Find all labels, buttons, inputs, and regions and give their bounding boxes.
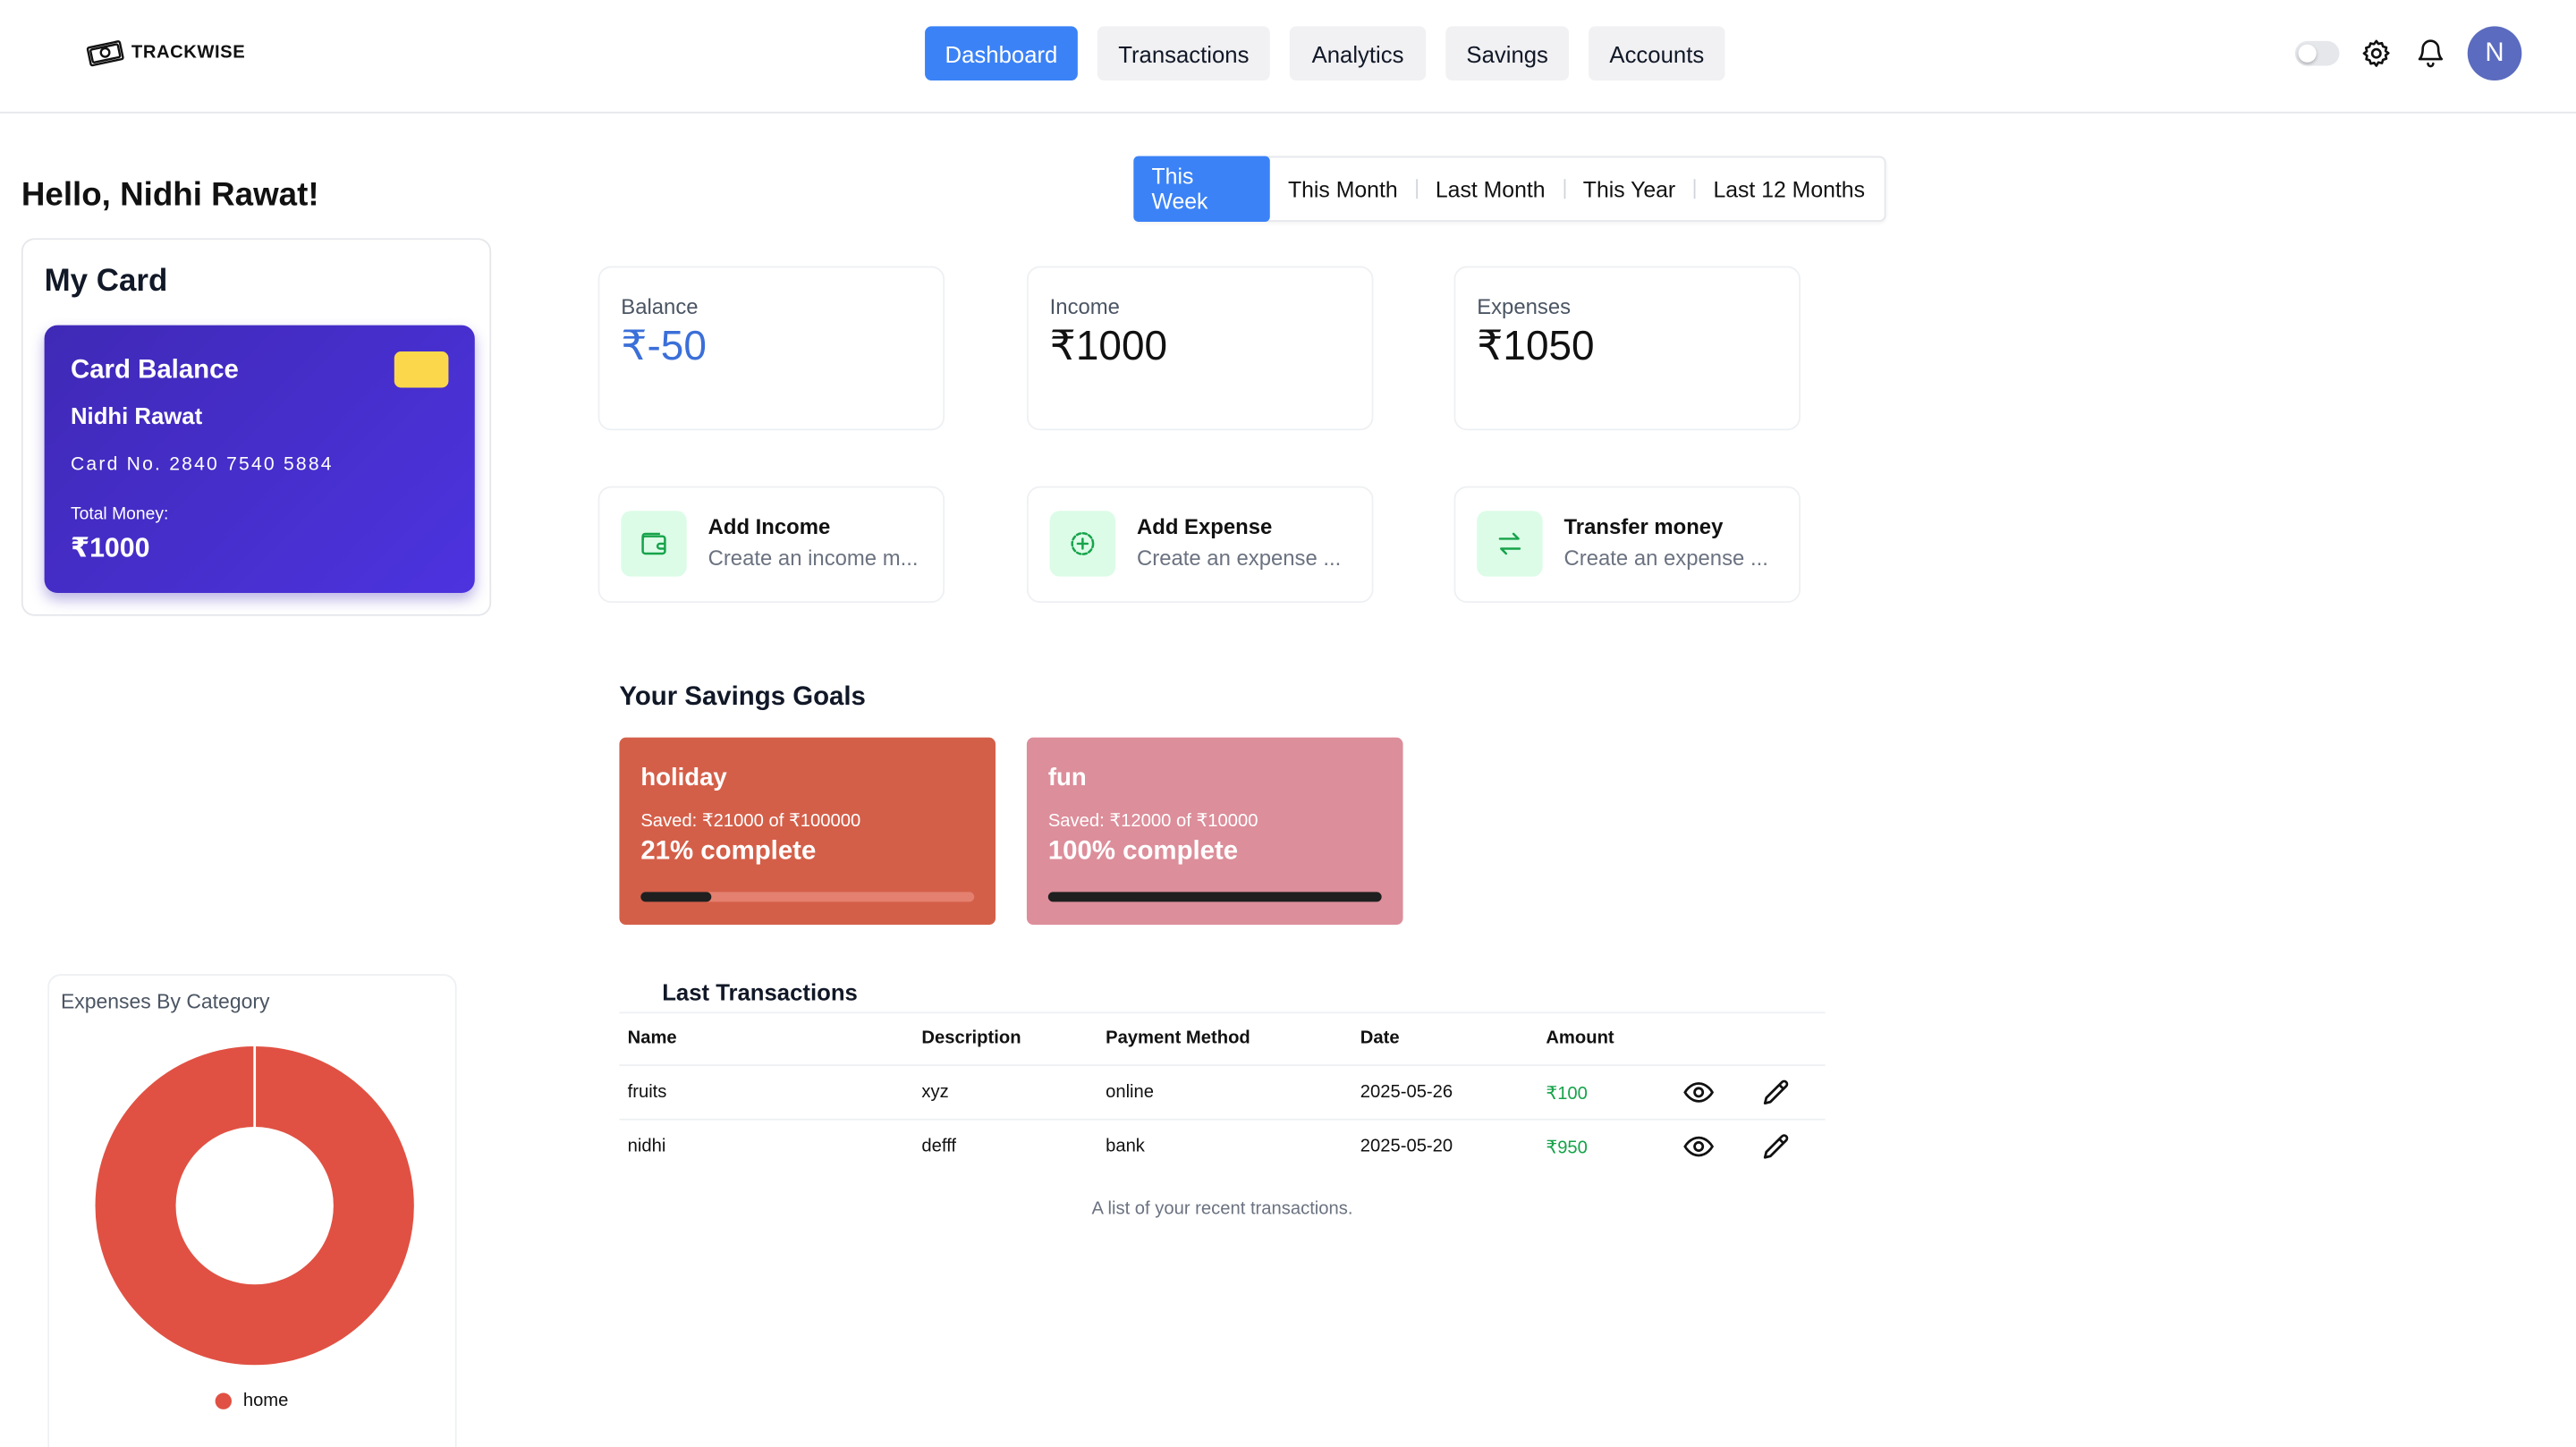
column-header-description: Description [921,1028,1021,1048]
credit-card[interactable]: Card Balance Nidhi Rawat Card No. 2840 7… [44,325,475,594]
cell-payment-method: bank [1106,1136,1145,1157]
cell-date: 2025-05-20 [1360,1136,1453,1157]
card-holder-name: Nidhi Rawat [70,402,203,429]
period-last-12-months[interactable]: Last 12 Months [1695,156,1883,221]
user-avatar[interactable]: N [2467,26,2522,80]
stat-label: Income [1049,293,1120,319]
goal-progress-track [1047,892,1382,902]
toggle-knob [2298,44,2317,63]
period-last-month[interactable]: Last Month [1418,156,1563,221]
action-subtitle: Create an income m... [708,545,919,571]
chart-legend: home [215,1391,289,1411]
brand-name: TRACKWISE [131,42,246,63]
goal-percent: 21% complete [640,837,817,866]
cell-date: 2025-05-26 [1360,1082,1453,1103]
stat-card-balance: Balance ₹-50 [597,266,945,431]
wallet-icon [621,511,687,577]
table-caption: A list of your recent transactions. [1091,1198,1353,1219]
card-balance-label: Card Balance [70,356,239,385]
stat-card-expenses: Expenses ₹1050 [1453,266,1801,431]
goal-percent: 100% complete [1047,837,1239,866]
column-header-date: Date [1360,1028,1400,1048]
add-income-card[interactable]: Add Income Create an income m... [597,486,945,604]
total-money-label: Total Money: [70,503,169,524]
cell-amount: ₹100 [1546,1084,1588,1104]
circle-plus-icon [1049,511,1116,577]
greeting-heading: Hello, Nidhi Rawat! [21,177,319,214]
pencil-icon[interactable] [1759,1076,1792,1109]
column-header-payment-method: Payment Method [1106,1028,1250,1048]
my-card-title: My Card [44,264,168,300]
goal-name: fun [1047,764,1087,792]
stat-label: Balance [621,293,699,319]
goal-progress-fill [1047,892,1382,902]
action-title: Add Income [708,513,831,539]
nav-dashboard[interactable]: Dashboard [925,26,1078,80]
last-transactions-title: Last Transactions [662,978,858,1006]
nav-savings[interactable]: Savings [1445,26,1570,80]
period-this-year[interactable]: This Year [1565,156,1694,221]
period-this-week[interactable]: This Week [1133,155,1270,222]
total-money-value: ₹1000 [70,533,150,563]
savings-goals-title: Your Savings Goals [619,683,866,712]
cell-amount: ₹950 [1546,1138,1588,1158]
cell-description: defff [921,1136,956,1157]
goal-name: holiday [640,764,727,792]
table-divider [619,1011,1826,1014]
cell-name: nidhi [627,1136,666,1157]
expenses-by-category-panel: Expenses By Category home [47,974,457,1447]
action-subtitle: Create an expense ... [1563,545,1768,571]
column-header-name: Name [627,1028,677,1048]
transfer-money-card[interactable]: Transfer money Create an expense ... [1453,486,1801,604]
pie-chart [95,1045,414,1366]
goal-progress-fill [640,892,711,902]
period-selector: This Week This Month Last Month This Yea… [1133,155,1886,222]
my-card-panel: My Card Card Balance Nidhi Rawat Card No… [21,238,492,616]
legend-label: home [242,1391,289,1411]
brand-logo[interactable]: TRACKWISE [86,36,246,69]
cell-name: fruits [627,1082,667,1103]
column-header-amount: Amount [1546,1028,1614,1048]
stat-value: ₹-50 [621,323,707,370]
goal-saved-text: Saved: ₹12000 of ₹10000 [1047,811,1258,832]
table-divider [619,1064,1826,1067]
nav-transactions[interactable]: Transactions [1097,26,1270,80]
top-navbar: TRACKWISE Dashboard Transactions Analyti… [0,0,2576,114]
stat-label: Expenses [1477,293,1572,319]
goal-saved-text: Saved: ₹21000 of ₹100000 [640,811,861,832]
money-bill-icon [86,40,124,67]
card-chip-icon [394,351,449,388]
legend-swatch [215,1392,232,1409]
theme-toggle[interactable] [2294,40,2340,66]
nav-accounts[interactable]: Accounts [1589,26,1725,80]
action-title: Transfer money [1563,513,1724,539]
stat-value: ₹1000 [1049,323,1168,370]
eye-icon[interactable] [1682,1130,1716,1164]
nav-analytics[interactable]: Analytics [1289,26,1427,80]
pencil-icon[interactable] [1759,1130,1792,1164]
bell-icon[interactable] [2415,36,2446,69]
cell-description: xyz [921,1082,949,1103]
gear-icon[interactable] [2360,38,2392,69]
stat-card-income: Income ₹1000 [1026,266,1374,431]
cell-payment-method: online [1106,1082,1155,1103]
card-number: Card No. 2840 7540 5884 [70,454,334,475]
eye-icon[interactable] [1682,1076,1716,1109]
transfer-arrows-icon [1477,511,1543,577]
savings-goal-card[interactable]: holiday Saved: ₹21000 of ₹100000 21% com… [619,737,996,926]
savings-goal-card[interactable]: fun Saved: ₹12000 of ₹10000 100% complet… [1026,737,1403,926]
add-expense-card[interactable]: Add Expense Create an expense ... [1026,486,1374,604]
table-divider [619,1118,1826,1121]
action-title: Add Expense [1136,513,1273,539]
period-this-month[interactable]: This Month [1270,156,1416,221]
stat-value: ₹1050 [1477,323,1595,370]
action-subtitle: Create an expense ... [1136,545,1342,571]
goal-progress-track [640,892,975,902]
